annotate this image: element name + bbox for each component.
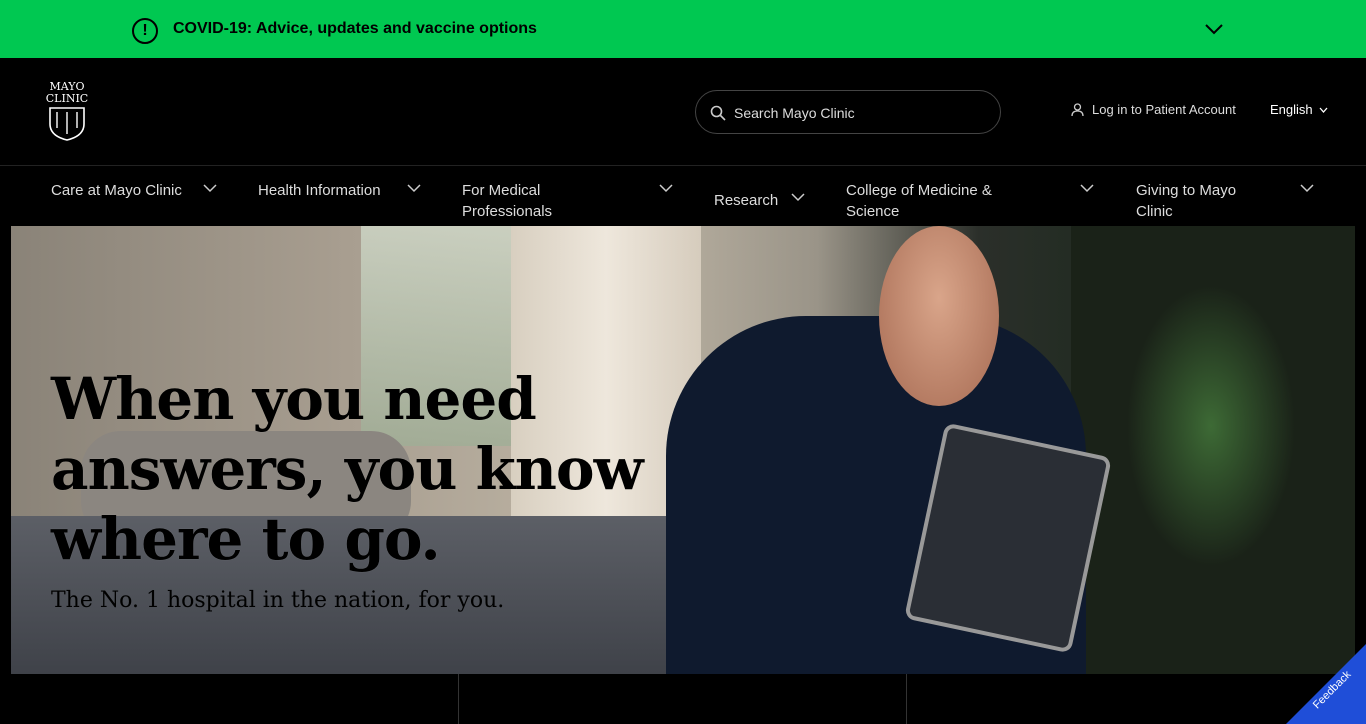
main-navigation: Care at Mayo Clinic Health Information F… <box>0 166 1366 226</box>
chevron-down-icon[interactable] <box>791 193 805 202</box>
chevron-down-icon[interactable] <box>203 184 217 193</box>
chevron-down-icon[interactable] <box>407 184 421 193</box>
nav-item-health-information[interactable]: Health Information <box>258 180 388 201</box>
covid-banner-text[interactable]: COVID-19: Advice, updates and vaccine op… <box>173 20 537 38</box>
hero-banner: When you need answers, you know where to… <box>11 226 1355 674</box>
alert-icon: ! <box>132 18 158 44</box>
nav-item-research[interactable]: Research <box>714 190 778 211</box>
search-bar[interactable] <box>695 90 1001 134</box>
chevron-down-icon <box>1319 107 1328 113</box>
search-icon <box>710 105 726 121</box>
feedback-button[interactable]: Feedback <box>1286 644 1366 724</box>
hero-title: When you need answers, you know where to… <box>51 365 644 573</box>
nav-item-giving[interactable]: Giving to Mayo Clinic <box>1136 180 1276 222</box>
svg-text:CLINIC: CLINIC <box>46 92 88 105</box>
chevron-down-icon[interactable] <box>1300 184 1314 193</box>
feedback-tab[interactable] <box>1286 644 1366 724</box>
hero-person-head <box>879 226 999 406</box>
language-selector[interactable]: English <box>1270 102 1328 117</box>
search-input[interactable] <box>734 101 984 125</box>
patient-login-link[interactable]: Log in to Patient Account <box>1071 102 1236 117</box>
content-cards-row <box>11 674 1355 724</box>
site-header: MAYO CLINIC Log in to Patient Account En… <box>0 58 1366 166</box>
nav-item-care[interactable]: Care at Mayo Clinic <box>51 180 191 201</box>
nav-item-medical-professionals[interactable]: For Medical Professionals <box>462 180 622 222</box>
covid-banner[interactable]: ! COVID-19: Advice, updates and vaccine … <box>0 0 1366 58</box>
chevron-down-icon[interactable] <box>1204 22 1224 36</box>
hero-background-plant <box>1071 226 1355 674</box>
user-icon <box>1071 102 1084 116</box>
mayo-clinic-logo[interactable]: MAYO CLINIC <box>40 80 94 142</box>
card-divider <box>906 674 907 724</box>
chevron-down-icon[interactable] <box>659 184 673 193</box>
nav-item-college[interactable]: College of Medicine & Science <box>846 180 1046 222</box>
hero-subtitle: The No. 1 hospital in the nation, for yo… <box>51 588 505 613</box>
language-label[interactable]: English <box>1270 102 1313 117</box>
patient-login-label[interactable]: Log in to Patient Account <box>1092 102 1236 117</box>
chevron-down-icon[interactable] <box>1080 184 1094 193</box>
card-divider <box>458 674 459 724</box>
